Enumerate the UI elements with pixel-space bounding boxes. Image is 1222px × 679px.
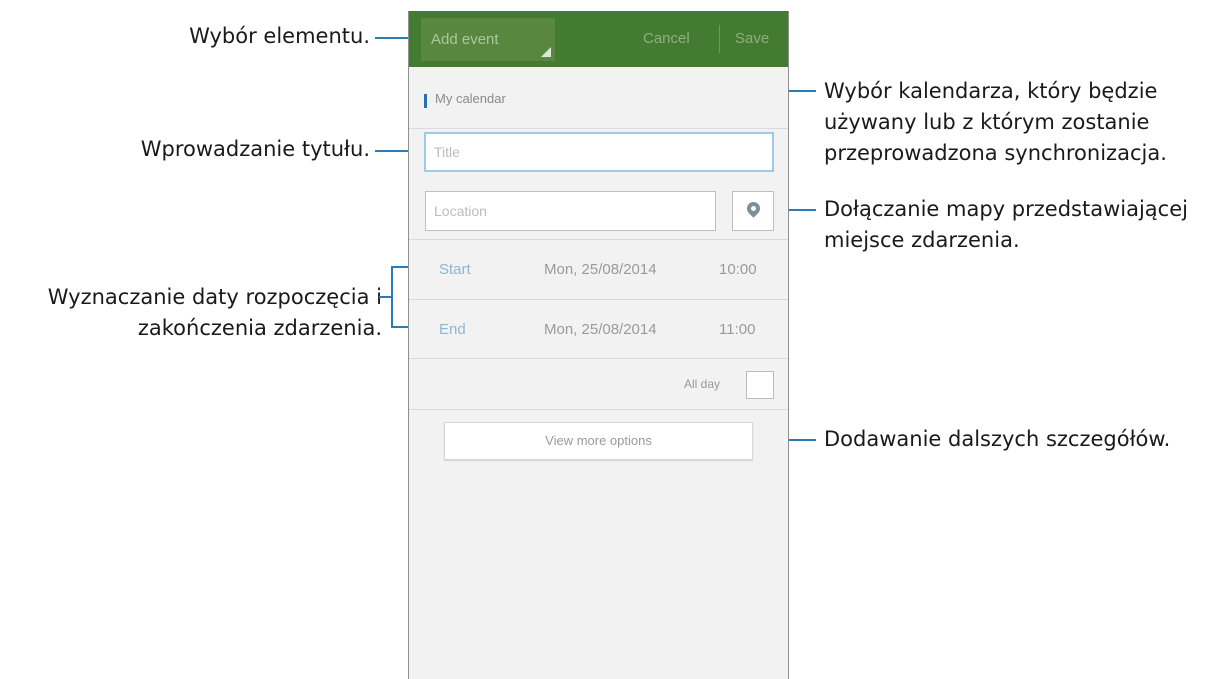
leader-bracket-vertical <box>391 266 393 328</box>
map-pin-icon <box>744 199 763 218</box>
dropdown-triangle-icon <box>541 47 551 57</box>
end-label: End <box>439 321 466 338</box>
calendar-color-bar <box>424 94 427 108</box>
end-time[interactable]: 11:00 <box>719 321 755 338</box>
all-day-label: All day <box>684 377 721 391</box>
end-row[interactable]: End Mon, 25/08/2014 11:00 <box>409 299 788 359</box>
annotation-enter-title: Wprowadzanie tytułu. <box>140 137 370 161</box>
leader-bracket-stub <box>379 296 391 298</box>
all-day-row: All day <box>409 358 788 410</box>
start-date[interactable]: Mon, 25/08/2014 <box>544 261 657 278</box>
cancel-button[interactable]: Cancel <box>643 11 690 67</box>
title-input[interactable]: Title <box>424 132 774 172</box>
annotation-set-dates-line-1: Wyznaczanie daty rozpoczęcia i <box>47 285 382 309</box>
annotation-select-calendar-line-2: używany lub z którym zostanie <box>824 110 1150 134</box>
phone-screen: Add event Cancel Save My calendar Title … <box>408 11 789 679</box>
annotation-attach-map: Dołączanie mapy przedstawiającej miejsce… <box>824 194 1188 256</box>
location-input[interactable]: Location <box>425 191 716 231</box>
end-date[interactable]: Mon, 25/08/2014 <box>544 321 657 338</box>
action-bar-divider <box>719 25 720 53</box>
annotation-select-item: Wybór elementu. <box>189 24 370 48</box>
calendar-label: My calendar <box>435 91 506 106</box>
view-more-options-button[interactable]: View more options <box>444 422 753 460</box>
action-bar: Add event Cancel Save <box>409 11 788 67</box>
start-row[interactable]: Start Mon, 25/08/2014 10:00 <box>409 239 788 299</box>
annotation-select-calendar-line-1: Wybór kalendarza, który będzie <box>824 79 1158 103</box>
annotation-attach-map-line-1: Dołączanie mapy przedstawiającej <box>824 197 1188 221</box>
save-button[interactable]: Save <box>735 11 769 67</box>
annotation-select-calendar-line-3: przeprowadzona synchronizacja. <box>824 141 1167 165</box>
item-selector-label: Add event <box>431 31 499 48</box>
calendar-selector[interactable]: My calendar <box>409 67 788 129</box>
annotation-more-details: Dodawanie dalszych szczegółów. <box>824 427 1171 451</box>
annotation-set-dates: Wyznaczanie daty rozpoczęcia i zakończen… <box>48 282 382 344</box>
all-day-checkbox[interactable] <box>746 371 774 399</box>
start-label: Start <box>439 261 471 278</box>
item-selector-dropdown[interactable]: Add event <box>421 18 555 61</box>
annotation-set-dates-line-2: zakończenia zdarzenia. <box>137 316 382 340</box>
annotation-select-calendar: Wybór kalendarza, który będzie używany l… <box>824 76 1167 169</box>
annotation-attach-map-line-2: miejsce zdarzenia. <box>824 228 1020 252</box>
start-time[interactable]: 10:00 <box>719 261 757 278</box>
map-button[interactable] <box>732 191 774 231</box>
